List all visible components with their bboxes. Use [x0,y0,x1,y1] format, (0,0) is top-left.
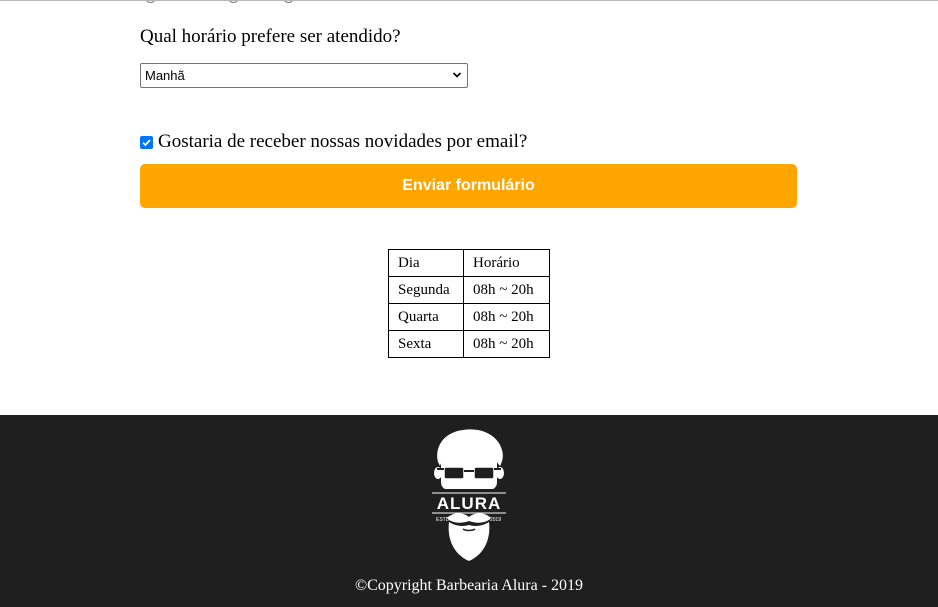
table-header-cell: Dia [388,249,464,277]
table-row: Quarta 08h ~ 20h [388,303,550,331]
preferred-time-selected-value: Manhã [145,68,185,83]
logo-brand-text: ALURA [437,494,502,513]
opening-hours-table: Dia Horário Segunda 08h ~ 20h Quarta 08h… [388,249,550,358]
radio-option-3[interactable] [283,1,302,3]
submit-button[interactable]: Enviar formulário [140,164,797,208]
table-cell-hours: 08h ~ 20h [463,330,550,358]
logo-year-text: 2019 [490,517,501,523]
table-row: Segunda 08h ~ 20h [388,276,550,304]
radio-icon[interactable] [228,1,239,3]
copyright-text: ©Copyright Barbearia Alura - 2019 [354,577,584,594]
radio-option-2[interactable] [228,1,247,3]
table-header-row: Dia Horário [388,249,550,277]
contact-method-radio-row [145,1,330,5]
preferred-time-label: Qual horário prefere ser atendido? [140,26,401,47]
preferred-time-select[interactable]: Manhã [140,63,468,88]
radio-icon[interactable] [283,1,294,3]
newsletter-option[interactable]: Gostaria de receber nossas novidades por… [140,131,527,153]
radio-option-1[interactable] [145,1,164,3]
barber-logo-icon: ALURA ESTD 2019 [429,429,509,561]
radio-icon[interactable] [145,1,156,3]
table-cell-hours: 08h ~ 20h [463,276,550,304]
table-cell-day: Sexta [388,330,464,358]
newsletter-label: Gostaria de receber nossas novidades por… [158,131,528,152]
table-cell-hours: 08h ~ 20h [463,303,550,331]
page: Qual horário prefere ser atendido? Manhã… [0,0,938,607]
table-header-cell: Horário [463,249,550,277]
table-cell-day: Segunda [388,276,464,304]
table-row: Sexta 08h ~ 20h [388,330,550,358]
table-cell-day: Quarta [388,303,464,331]
chevron-down-icon [452,72,462,78]
site-footer: ALURA ESTD 2019 ©Copyright Barbearia Alu… [0,415,938,607]
checkbox-checked-icon[interactable] [140,135,153,149]
